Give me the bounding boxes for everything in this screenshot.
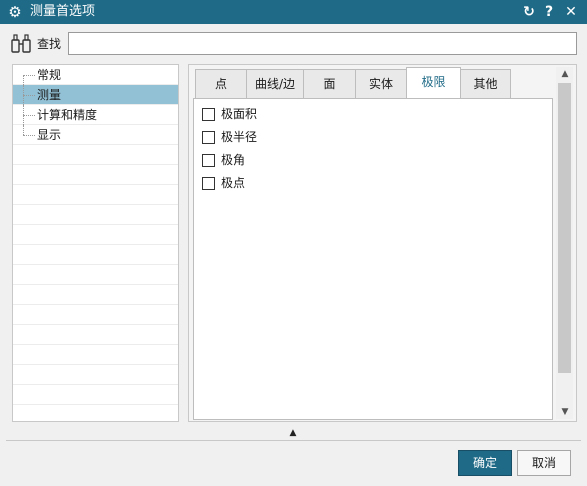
option-label: 极面积 bbox=[221, 107, 258, 121]
footer-divider bbox=[6, 440, 581, 441]
cancel-button[interactable]: 取消 bbox=[517, 450, 571, 476]
tree-item-general[interactable]: 常规 bbox=[13, 65, 178, 85]
tab-point[interactable]: 点 bbox=[195, 69, 247, 99]
tab-solid[interactable]: 实体 bbox=[355, 69, 407, 99]
tab-other[interactable]: 其他 bbox=[460, 69, 511, 99]
tree-empty-row bbox=[13, 185, 178, 205]
checkbox[interactable] bbox=[202, 153, 215, 167]
tree-item-calculation-precision[interactable]: 计算和精度 bbox=[13, 105, 178, 125]
tree-empty-row bbox=[13, 165, 178, 185]
checkbox[interactable] bbox=[202, 176, 215, 190]
search-label: 查找 bbox=[37, 37, 62, 51]
search-input[interactable] bbox=[68, 32, 577, 55]
option-label: 极半径 bbox=[221, 130, 258, 144]
tree-empty-row bbox=[13, 345, 178, 365]
category-tree: 常规 测量 计算和精度 显示 bbox=[12, 64, 179, 422]
tree-item-measure[interactable]: 测量 bbox=[13, 85, 178, 105]
option-label: 极点 bbox=[221, 176, 246, 190]
tree-empty-row bbox=[13, 245, 178, 265]
binoculars-icon bbox=[10, 34, 34, 54]
option-polar-radius[interactable]: 极半径 bbox=[202, 128, 257, 146]
options-panel: 点 曲线/边 面 实体 极限 其他 极面积 极半径 极角 极点 ▲ ▼ bbox=[188, 64, 577, 422]
close-button[interactable]: ✕ bbox=[563, 3, 579, 21]
tab-curve-edge[interactable]: 曲线/边 bbox=[246, 69, 304, 99]
scroll-down-arrow-icon[interactable]: ▼ bbox=[560, 407, 570, 417]
tree-empty-row bbox=[13, 265, 178, 285]
scroll-up-arrow-icon[interactable]: ▲ bbox=[560, 69, 570, 79]
checkbox[interactable] bbox=[202, 107, 215, 121]
checkbox[interactable] bbox=[202, 130, 215, 144]
reset-icon[interactable]: ↻ bbox=[521, 3, 537, 21]
ok-button[interactable]: 确定 bbox=[458, 450, 512, 476]
scroll-thumb[interactable] bbox=[558, 83, 571, 373]
tree-item-label: 计算和精度 bbox=[37, 108, 98, 122]
tree-empty-row bbox=[13, 305, 178, 325]
option-pole[interactable]: 极点 bbox=[202, 174, 245, 192]
option-polar-angle[interactable]: 极角 bbox=[202, 151, 245, 169]
tree-empty-row bbox=[13, 285, 178, 305]
window-title: 测量首选项 bbox=[30, 4, 96, 19]
tree-item-display[interactable]: 显示 bbox=[13, 125, 178, 145]
tree-empty-row bbox=[13, 205, 178, 225]
tab-face[interactable]: 面 bbox=[303, 69, 356, 99]
tree-empty-row bbox=[13, 325, 178, 345]
gear-icon: ⚙ bbox=[8, 3, 22, 21]
tree-empty-row bbox=[13, 365, 178, 385]
tree-empty-row bbox=[13, 225, 178, 245]
tab-content: 极面积 极半径 极角 极点 bbox=[193, 98, 553, 420]
title-bar: ⚙ 测量首选项 ↻ ? ✕ bbox=[0, 0, 587, 24]
tree-empty-row bbox=[13, 145, 178, 165]
collapse-arrow-icon[interactable]: ▲ bbox=[287, 428, 299, 438]
tree-item-label: 测量 bbox=[37, 88, 62, 102]
option-label: 极角 bbox=[221, 153, 246, 167]
help-button[interactable]: ? bbox=[541, 3, 557, 21]
option-polar-area[interactable]: 极面积 bbox=[202, 105, 257, 123]
vertical-scrollbar[interactable]: ▲ ▼ bbox=[556, 67, 573, 419]
tree-empty-row bbox=[13, 385, 178, 405]
tab-limits[interactable]: 极限 bbox=[406, 67, 461, 100]
tree-item-label: 常规 bbox=[37, 68, 62, 82]
tree-item-label: 显示 bbox=[37, 128, 62, 142]
